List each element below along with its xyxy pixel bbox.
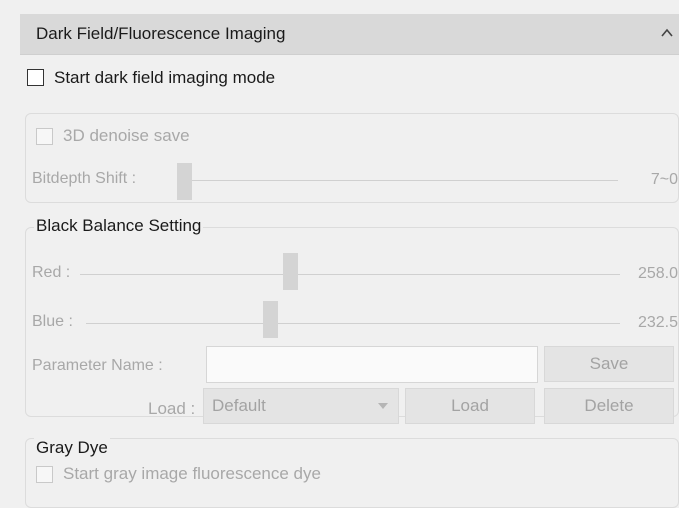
denoise-label: 3D denoise save [63, 126, 190, 145]
load-button[interactable]: Load [405, 388, 535, 424]
chevron-up-icon[interactable] [661, 28, 673, 38]
bitdepth-slider-thumb[interactable] [177, 163, 192, 200]
dark-field-panel: Dark Field/Fluorescence Imaging Start da… [20, 14, 679, 508]
dark-field-checkbox[interactable] [27, 69, 44, 86]
parameter-name-input[interactable] [206, 346, 538, 383]
bitdepth-value: 7~0 [650, 171, 678, 188]
red-value: 258.0 [637, 265, 678, 282]
blue-value: 232.5 [637, 314, 678, 331]
blue-label: Blue : [32, 313, 73, 330]
dropdown-arrow-icon [378, 403, 388, 409]
panel-header[interactable]: Dark Field/Fluorescence Imaging [20, 14, 679, 55]
bitdepth-slider-track [180, 180, 618, 181]
blue-slider-track [86, 323, 620, 324]
black-balance-title: Black Balance Setting [34, 216, 204, 236]
load-label: Load : [148, 399, 196, 418]
load-select-value: Default [212, 396, 266, 415]
gray-dye-label: Start gray image fluorescence dye [63, 464, 321, 483]
red-slider-thumb[interactable] [283, 253, 298, 290]
save-button[interactable]: Save [544, 346, 674, 382]
blue-slider-thumb[interactable] [263, 301, 278, 338]
gray-dye-checkbox[interactable] [36, 466, 53, 483]
delete-button[interactable]: Delete [544, 388, 674, 424]
load-select[interactable]: Default [203, 388, 399, 424]
red-label: Red : [32, 264, 71, 281]
denoise-checkbox[interactable] [36, 128, 53, 145]
parameter-name-label: Parameter Name : [32, 357, 163, 374]
dark-field-label: Start dark field imaging mode [54, 68, 276, 87]
gray-dye-title: Gray Dye [34, 438, 110, 458]
bitdepth-label: Bitdepth Shift : [32, 170, 137, 187]
red-slider-track [80, 274, 620, 275]
panel-title: Dark Field/Fluorescence Imaging [36, 24, 286, 43]
